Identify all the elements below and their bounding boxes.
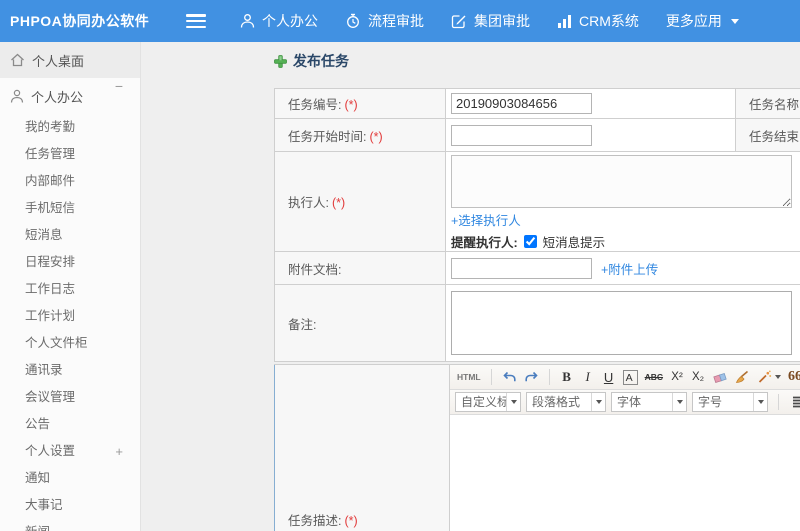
bar-chart-icon [557,14,572,29]
sidebar-item-file-cabinet[interactable]: 个人文件柜 [0,330,140,357]
end-time-label: 任务结束时间:(*) [735,118,800,152]
chevron-down-icon [730,18,739,24]
bold-button[interactable]: B [558,367,576,387]
executor-textarea[interactable] [451,155,792,208]
paragraph-format-dropdown[interactable]: 段落格式 [526,392,606,412]
description-label: 任务描述: (*) [274,364,450,531]
select-executor-link[interactable]: +选择执行人 [451,214,521,228]
page-title: 发布任务 [274,51,800,71]
sidebar-item-work-plan[interactable]: 工作计划 [0,303,140,330]
attachment-input[interactable] [451,257,592,279]
remark-label: 备注: [274,284,446,362]
plus-icon [274,54,287,68]
attachment-upload-link[interactable]: +附件上传 [601,259,658,278]
sidebar-item-work-log[interactable]: 工作日志 [0,276,140,303]
main-area: 发布任务 任务编号:(*) 任务名称:(*) 任务开始时间:(*) 任务结束时间… [141,42,800,531]
sidebar-item-contacts[interactable]: 通讯录 [0,357,140,384]
attachment-label: 附件文档: [274,251,446,285]
rich-text-editor: HTML B I U A ABC X² X₂ 66 自定义标 段落格式 字体 字… [449,364,800,531]
start-time-input[interactable] [451,124,592,146]
process-clock-icon [345,13,361,29]
subscript-button[interactable]: X₂ [689,367,707,387]
chevron-down-icon [672,393,686,411]
nav-personal-office[interactable]: 个人办公 [240,11,318,31]
sidebar-item-notification[interactable]: 通知 [0,465,140,492]
editor-content-area[interactable] [450,415,800,531]
underline-button[interactable]: U [600,367,618,387]
font-border-button[interactable]: A [622,369,638,385]
sidebar-item-schedule[interactable]: 日程安排 [0,249,140,276]
font-size-dropdown[interactable]: 字号 [692,392,768,412]
task-no-label: 任务编号: (*) [274,88,446,119]
redo-icon[interactable] [522,367,541,387]
remark-textarea[interactable] [451,291,792,355]
sidebar-item-announcement[interactable]: 公告 [0,411,140,438]
undo-icon[interactable] [500,367,519,387]
home-icon [11,53,24,67]
blockquote-button[interactable]: 66 [786,367,800,387]
sidebar-item-short-message[interactable]: 短消息 [0,222,140,249]
task-form-table: 任务编号:(*) 任务名称:(*) 任务开始时间:(*) 任务结束时间:(*) … [274,88,800,362]
collapse-minus-icon[interactable]: − [115,78,123,94]
sidebar-item-my-attendance[interactable]: 我的考勤 [0,114,140,141]
font-family-dropdown[interactable]: 字体 [611,392,687,412]
alignment-buttons [793,396,800,409]
editor-toolbar-row1: HTML B I U A ABC X² X₂ 66 [450,365,800,390]
task-name-label: 任务名称:(*) [735,88,800,119]
sidebar-item-memorabilia[interactable]: 大事记 [0,492,140,519]
user-icon [10,89,24,103]
sidebar-item-internal-mail[interactable]: 内部邮件 [0,168,140,195]
nav-crm-system[interactable]: CRM系统 [557,11,639,31]
custom-title-dropdown[interactable]: 自定义标题 [455,392,521,412]
sms-remind-option: 短消息提示 [542,236,606,250]
sidebar-item-news[interactable]: 新闻 [0,519,140,531]
description-section: 任务描述: (*) HTML B I U A ABC X² X₂ 66 自定义标… [274,364,800,531]
app-logo: PHPOA协同办公软件 [10,13,150,29]
executor-label: 执行人: (*) [274,151,446,252]
chevron-down-icon [506,393,520,411]
expand-plus-icon[interactable]: + [115,438,123,465]
format-brush-icon[interactable] [733,367,752,387]
top-nav: 个人办公 流程审批 集团审批 CRM系统 更多应用 [240,11,739,31]
edit-square-icon [451,13,467,29]
italic-button[interactable]: I [579,367,597,387]
superscript-button[interactable]: X² [668,367,686,387]
nav-more-apps[interactable]: 更多应用 [666,11,739,31]
remind-executor-label: 提醒执行人: [451,236,518,250]
auto-format-wand-icon[interactable] [755,367,783,387]
start-time-label: 任务开始时间: (*) [274,118,446,152]
eraser-icon[interactable] [710,367,730,387]
menu-toggle-icon[interactable] [186,14,206,28]
nav-process-approval[interactable]: 流程审批 [345,11,424,31]
sidebar-item-personal-office[interactable]: 个人办公 − [0,78,140,114]
chevron-down-icon [753,393,767,411]
sidebar: 个人桌面 个人办公 − 我的考勤 任务管理 内部邮件 手机短信 短消息 日程安排… [0,42,141,531]
sidebar-item-mobile-sms[interactable]: 手机短信 [0,195,140,222]
source-code-button[interactable]: HTML [455,367,483,387]
strikethrough-button[interactable]: ABC [643,367,665,387]
nav-group-approval[interactable]: 集团审批 [451,11,530,31]
sidebar-item-meeting-management[interactable]: 会议管理 [0,384,140,411]
sidebar-item-personal-settings[interactable]: 个人设置 + [0,438,140,465]
person-icon [240,13,255,29]
sidebar-item-task-management[interactable]: 任务管理 [0,141,140,168]
align-left-icon[interactable] [793,396,800,409]
sidebar-item-personal-desktop[interactable]: 个人桌面 [0,42,140,78]
sms-remind-checkbox[interactable] [523,235,537,248]
chevron-down-icon [591,393,605,411]
top-header: PHPOA协同办公软件 个人办公 流程审批 集团审批 CRM系统 更多应用 [0,0,800,42]
editor-toolbar-row2: 自定义标题 段落格式 字体 字号 [450,390,800,415]
task-no-input[interactable] [451,93,592,114]
